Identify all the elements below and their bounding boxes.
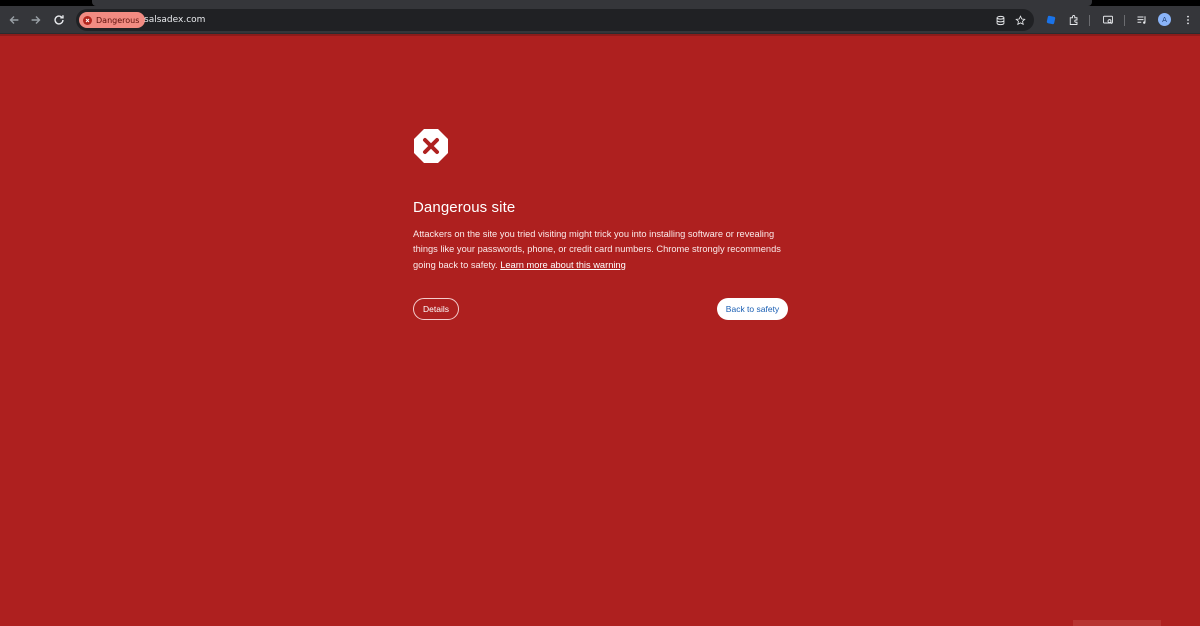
corner-overlay (1073, 620, 1161, 626)
extension-button[interactable] (1043, 12, 1059, 28)
site-data-button[interactable] (993, 13, 1007, 27)
browser-toolbar: Dangerous salsadex.com A (0, 6, 1200, 34)
url-text[interactable]: salsadex.com (144, 13, 205, 27)
back-to-safety-button[interactable]: Back to safety (717, 298, 788, 320)
page-title: Dangerous site (413, 199, 516, 216)
warning-content: Dangerous site Attackers on the site you… (413, 128, 789, 273)
details-button[interactable]: Details (413, 298, 459, 320)
menu-button[interactable] (1180, 12, 1196, 28)
more-vert-icon (1187, 15, 1189, 25)
toolbar-divider (1124, 15, 1125, 26)
security-chip-label: Dangerous (96, 15, 140, 25)
star-icon (1014, 14, 1026, 25)
media-control-button[interactable] (1134, 12, 1150, 28)
lens-button[interactable] (1100, 12, 1116, 28)
bookmark-button[interactable] (1013, 13, 1027, 27)
back-button[interactable] (4, 10, 24, 30)
puzzle-icon (1069, 15, 1078, 25)
reload-icon (54, 15, 64, 25)
toolbar-divider (1089, 15, 1090, 26)
shield-extension-icon (1046, 15, 1056, 25)
x-circle-icon (83, 15, 92, 25)
toolbar-shadow (0, 34, 1200, 36)
arrow-right-icon (31, 16, 41, 24)
avatar[interactable]: A (1158, 13, 1171, 26)
forward-button[interactable] (26, 10, 46, 30)
reload-button[interactable] (49, 10, 69, 30)
warning-description: Attackers on the site you tried visiting… (413, 227, 789, 273)
extensions-menu-button[interactable] (1066, 12, 1082, 28)
media-control-icon (1137, 16, 1146, 24)
address-bar[interactable]: Dangerous salsadex.com (76, 9, 1034, 31)
database-icon (996, 15, 1004, 25)
search-screen-icon (1103, 15, 1113, 25)
arrow-left-icon (9, 16, 19, 24)
security-chip[interactable]: Dangerous (79, 12, 146, 28)
learn-more-link[interactable]: Learn more about this warning (500, 260, 626, 270)
stop-x-icon (414, 129, 448, 163)
